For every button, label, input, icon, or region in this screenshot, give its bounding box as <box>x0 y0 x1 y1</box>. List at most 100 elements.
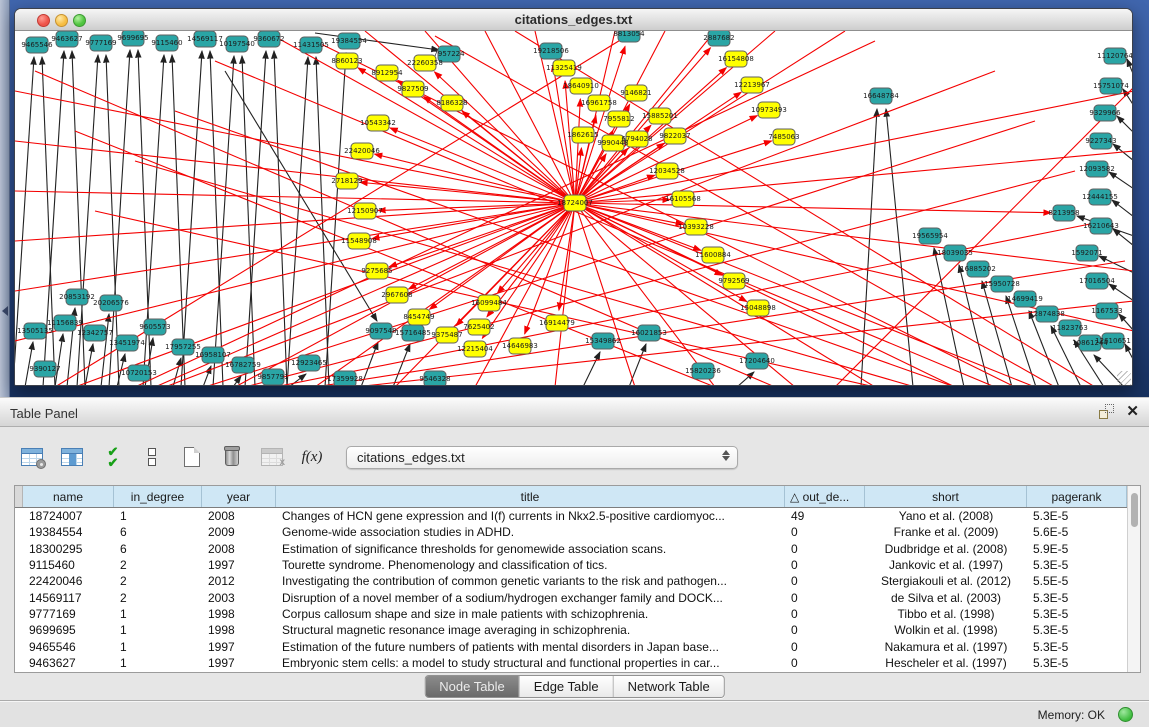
table-cell[interactable]: 5.3E-5 <box>1027 508 1127 524</box>
table-cell[interactable]: 0 <box>785 622 865 638</box>
table-cell[interactable]: Franke et al. (2009) <box>865 524 1027 540</box>
zoom-window-button[interactable] <box>73 14 86 27</box>
graph-edge[interactable] <box>143 55 164 386</box>
table-cell[interactable]: Estimation of significance thresholds fo… <box>276 541 785 557</box>
table-row[interactable]: 911546021997Tourette syndrome. Phenomeno… <box>15 557 1127 573</box>
create-column-button[interactable] <box>178 443 206 471</box>
table-cell[interactable]: Wolkin et al. (1998) <box>865 622 1027 638</box>
table-row[interactable]: 1830029562008Estimation of significance … <box>15 541 1127 557</box>
graph-edge[interactable] <box>435 72 575 203</box>
table-cell[interactable]: 6 <box>114 524 202 540</box>
network-svg[interactable]: 9465546946362797771699699695911546014569… <box>15 31 1132 386</box>
table-cell[interactable]: Structural magnetic resonance image aver… <box>276 622 785 638</box>
table-row[interactable]: 1456911722003Disruption of a novel membe… <box>15 589 1127 605</box>
table-row[interactable]: 977716911998Corpus callosum shape and si… <box>15 606 1127 622</box>
table-cell[interactable]: 5.3E-5 <box>1027 557 1127 573</box>
table-cell[interactable]: 0 <box>785 541 865 557</box>
graph-edge[interactable] <box>1127 59 1132 76</box>
table-cell[interactable]: Jankovic et al. (1997) <box>865 557 1027 573</box>
table-cell[interactable]: Yano et al. (2008) <box>865 508 1027 524</box>
graph-edge[interactable] <box>135 41 875 386</box>
graph-edge[interactable] <box>1109 284 1132 301</box>
table-cell[interactable]: 1998 <box>202 606 276 622</box>
tab-node-table[interactable]: Node Table <box>425 676 520 697</box>
graph-edge[interactable] <box>15 203 575 241</box>
unselect-all-columns-button[interactable] <box>138 443 166 471</box>
table-cell[interactable]: 5.3E-5 <box>1027 638 1127 654</box>
table-cell[interactable]: 0 <box>785 573 865 589</box>
graph-edge[interactable] <box>138 50 151 386</box>
select-all-columns-button[interactable]: ✔✔ <box>98 443 126 471</box>
table-cell[interactable]: Nakamura et al. (1997) <box>865 638 1027 654</box>
column-header-title[interactable]: title <box>276 486 785 507</box>
function-builder-button[interactable]: f(x) <box>298 443 326 471</box>
graph-edge[interactable] <box>25 342 33 386</box>
table-cell[interactable]: Tibbo et al. (1998) <box>865 606 1027 622</box>
table-cell[interactable]: 5.3E-5 <box>1027 606 1127 622</box>
table-cell[interactable]: 2 <box>114 573 202 589</box>
control-panel-edge[interactable] <box>0 0 10 397</box>
table-cell[interactable]: 18724007 <box>23 508 114 524</box>
table-cell[interactable]: 2008 <box>202 541 276 557</box>
table-cell[interactable]: 1997 <box>202 557 276 573</box>
table-cell[interactable]: Hescheler et al. (1997) <box>865 655 1027 671</box>
network-canvas[interactable]: 9465546946362797771699699695911546014569… <box>15 31 1132 386</box>
close-window-button[interactable] <box>37 14 50 27</box>
table-cell[interactable]: 9777169 <box>23 606 114 622</box>
table-cell[interactable]: 0 <box>785 606 865 622</box>
tab-edge-table[interactable]: Edge Table <box>520 676 614 697</box>
table-cell[interactable]: 14569117 <box>23 589 114 605</box>
graph-edge[interactable] <box>181 51 202 386</box>
vertical-scrollbar[interactable] <box>1127 486 1140 672</box>
show-column-button[interactable] <box>58 443 86 471</box>
table-row[interactable]: 2242004622012Investigating the contribut… <box>15 573 1127 589</box>
graph-edge[interactable] <box>861 109 877 386</box>
table-cell[interactable]: 5.3E-5 <box>1027 622 1127 638</box>
table-cell[interactable]: 18300295 <box>23 541 114 557</box>
minimize-window-button[interactable] <box>55 14 68 27</box>
panel-collapse-arrow-icon[interactable] <box>2 306 8 316</box>
table-cell[interactable]: Dudbridge et al. (2008) <box>865 541 1027 557</box>
table-cell[interactable]: Embryonic stem cells: a model to study s… <box>276 655 785 671</box>
table-cell[interactable]: 1 <box>114 655 202 671</box>
table-cell[interactable]: 22420046 <box>23 573 114 589</box>
table-cell[interactable]: 1 <box>114 638 202 654</box>
table-cell[interactable]: 0 <box>785 638 865 654</box>
table-cell[interactable]: 2012 <box>202 573 276 589</box>
graph-edge[interactable] <box>175 111 955 386</box>
graph-edge[interactable] <box>1117 116 1132 133</box>
table-row[interactable]: 969969511998Structural magnetic resonanc… <box>15 622 1127 638</box>
table-cell[interactable]: 5.6E-5 <box>1027 524 1127 540</box>
table-cell[interactable]: Corpus callosum shape and size in male p… <box>276 606 785 622</box>
table-cell[interactable]: 49 <box>785 508 865 524</box>
graph-edge[interactable] <box>575 203 635 386</box>
graph-edge[interactable] <box>583 352 600 386</box>
graph-edge[interactable] <box>15 191 575 203</box>
table-cell[interactable]: 0 <box>785 655 865 671</box>
table-cell[interactable]: de Silva et al. (2003) <box>865 589 1027 605</box>
column-header-pagerank[interactable]: pagerank <box>1027 486 1127 507</box>
column-header-short[interactable]: short <box>865 486 1027 507</box>
table-cell[interactable]: Disruption of a novel member of a sodium… <box>276 589 785 605</box>
graph-edge[interactable] <box>429 203 575 309</box>
table-cell[interactable]: 1 <box>114 606 202 622</box>
graph-edge[interactable] <box>15 203 575 341</box>
table-cell[interactable]: 1 <box>114 622 202 638</box>
table-cell[interactable]: 5.9E-5 <box>1027 541 1127 557</box>
table-selector[interactable]: citations_edges.txt <box>346 446 738 469</box>
table-cell[interactable]: 1 <box>114 508 202 524</box>
table-cell[interactable]: 9699695 <box>23 622 114 638</box>
graph-edge[interactable] <box>1109 172 1132 189</box>
table-cell[interactable]: 9465546 <box>23 638 114 654</box>
graph-edge[interactable] <box>55 334 63 386</box>
table-cell[interactable]: 2009 <box>202 524 276 540</box>
table-cell[interactable]: 1997 <box>202 655 276 671</box>
table-cell[interactable]: Stergiakouli et al. (2012) <box>865 573 1027 589</box>
table-cell[interactable]: 1997 <box>202 638 276 654</box>
graph-edge[interactable] <box>203 366 211 386</box>
close-panel-icon[interactable]: ✕ <box>1126 404 1139 419</box>
table-cell[interactable]: 0 <box>785 557 865 573</box>
graph-edge[interactable] <box>629 344 646 386</box>
table-row[interactable]: 1938455462009Genome-wide association stu… <box>15 524 1127 540</box>
graph-edge[interactable] <box>424 96 575 203</box>
